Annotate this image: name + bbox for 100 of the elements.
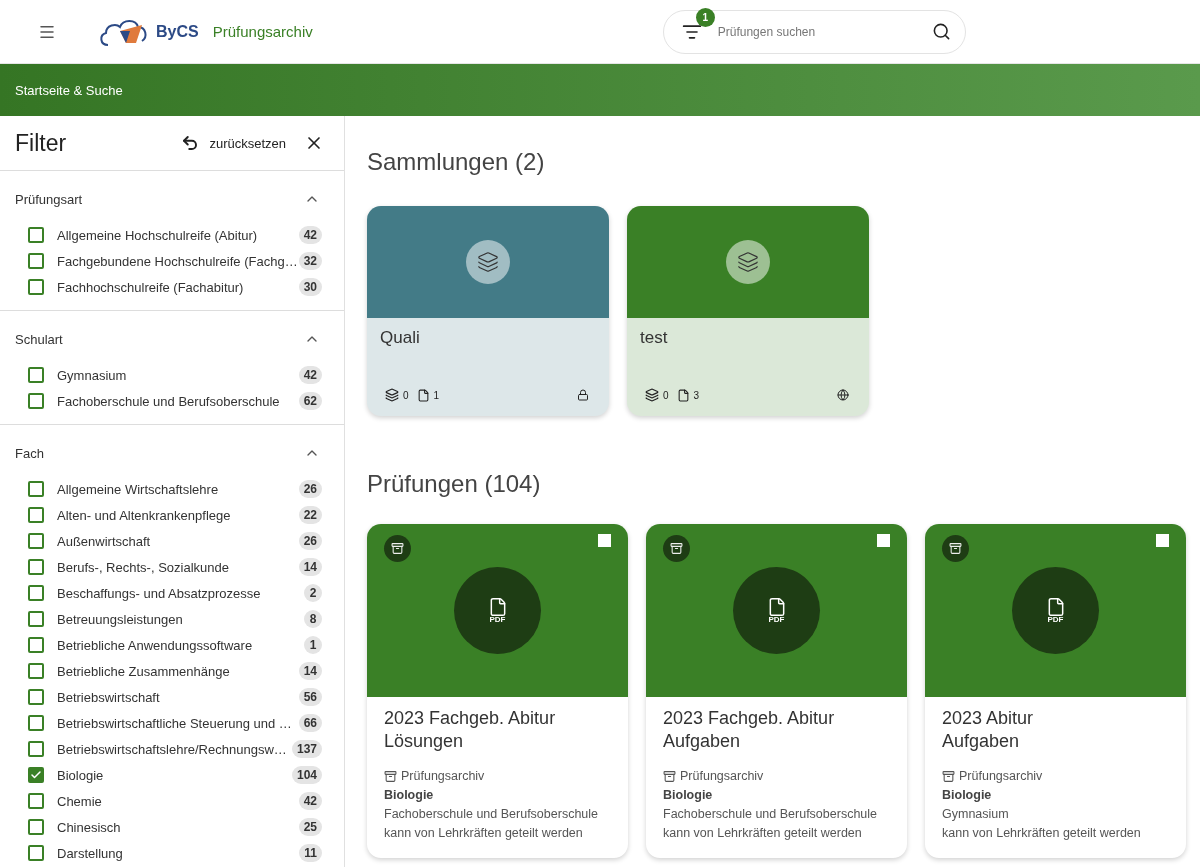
option-count: 26 — [298, 532, 322, 550]
checkbox[interactable] — [28, 663, 44, 679]
reset-button[interactable]: zurücksetzen — [181, 134, 286, 152]
search-icon[interactable] — [931, 22, 951, 41]
option-count: 56 — [298, 688, 322, 706]
select-checkbox[interactable] — [598, 534, 611, 547]
archive-icon — [384, 535, 411, 562]
option-count: 22 — [298, 506, 322, 524]
exam-school-type: Fachoberschule und Berufsoberschule — [384, 807, 600, 821]
breadcrumb-link[interactable]: Startseite & Suche — [15, 82, 123, 98]
filter-option-label: Darstellung — [57, 845, 124, 861]
select-checkbox[interactable] — [877, 534, 890, 547]
exam-school-type: Gymnasium — [942, 807, 1010, 821]
checkbox[interactable] — [28, 845, 44, 861]
exam-subject: Biologie — [942, 788, 993, 802]
collection-title: Quali — [379, 327, 421, 349]
select-checkbox[interactable] — [1156, 534, 1169, 547]
filter-option-label: Beschaffungs- und Absatzprozesse — [57, 585, 262, 601]
option-count: 137 — [291, 740, 322, 758]
brand-name: ByCS — [156, 22, 199, 41]
exam-sharing: kann von Lehrkräften geteilt werden — [942, 826, 1142, 840]
filter-count-badge: 1 — [695, 7, 715, 27]
checkbox[interactable] — [28, 715, 44, 731]
checkbox[interactable] — [28, 689, 44, 705]
filter-option-label: Gymnasium — [57, 367, 128, 383]
collection-title: test — [639, 327, 669, 349]
checkbox[interactable] — [28, 585, 44, 601]
archive-icon — [663, 535, 690, 562]
filter-option-label: Betriebliche Anwendungssoftware — [57, 637, 254, 653]
archive-icon — [663, 769, 676, 783]
section-title: Prüfungsart — [15, 191, 83, 207]
pdf-file-icon: PDF — [733, 567, 820, 654]
exam-sharing: kann von Lehrkräften geteilt werden — [384, 826, 584, 840]
checkbox[interactable] — [28, 611, 44, 627]
checkbox[interactable] — [28, 481, 44, 497]
archive-icon — [384, 769, 397, 783]
pdf-file-icon: PDF — [1012, 567, 1099, 654]
option-count: 30 — [298, 278, 322, 296]
option-count: 42 — [298, 366, 322, 384]
checkbox[interactable] — [28, 637, 44, 653]
filter-option-label: Betriebliche Zusammenhänge — [57, 663, 231, 679]
undo-icon — [181, 134, 200, 152]
files-count: 3 — [693, 389, 700, 401]
checkbox[interactable] — [28, 767, 44, 783]
collection-card[interactable]: test 0 3 — [627, 206, 869, 416]
option-count: 8 — [304, 610, 322, 628]
file-icon — [416, 388, 430, 402]
filter-option-label: Alten- und Altenkrankenpflege — [57, 507, 232, 523]
filter-option-label: Fachoberschule und Berufsoberschule — [57, 393, 281, 409]
exam-sharing: kann von Lehrkräften geteilt werden — [663, 826, 863, 840]
option-count: 42 — [298, 226, 322, 244]
app-name: Prüfungsarchiv — [212, 23, 313, 40]
option-count: 2 — [304, 584, 322, 602]
filter-option-label: Chemie — [57, 793, 103, 809]
exam-source: Prüfungsarchiv — [401, 769, 485, 783]
checkbox[interactable] — [28, 227, 44, 243]
layers-icon — [645, 388, 659, 402]
exam-card[interactable]: PDF 2023 Fachgeb. Abitur Aufgaben Prüfungsarchiv Biologie Fachoberschule und Berufsoberschule kann von Lehrkräften geteilt werden — [646, 524, 907, 858]
files-count: 1 — [433, 389, 440, 401]
checkbox[interactable] — [28, 393, 44, 409]
collection-card[interactable]: Quali 0 1 — [367, 206, 609, 416]
checkbox[interactable] — [28, 741, 44, 757]
filter-option-label: Biologie — [57, 767, 105, 783]
option-count: 14 — [298, 662, 322, 680]
checkbox[interactable] — [28, 559, 44, 575]
checkbox[interactable] — [28, 253, 44, 269]
pdf-file-icon: PDF — [454, 567, 541, 654]
exam-card[interactable]: PDF 2023 Fachgeb. Abitur Lösungen Prüfungsarchiv Biologie Fachoberschule und Berufsoberschule kann von Lehrkräften geteilt werden — [367, 524, 628, 858]
filter-option-label: Allgemeine Hochschulreife (Abitur) — [57, 227, 259, 243]
checkbox[interactable] — [28, 279, 44, 295]
section-title: Fach — [15, 445, 44, 461]
filter-option-label: Außenwirtschaft — [57, 533, 152, 549]
filter-option-label: Betriebswirtschaftslehre/Rechnungsw… — [57, 741, 288, 757]
checkbox[interactable] — [28, 819, 44, 835]
collections-count: 0 — [663, 389, 669, 401]
archive-icon — [942, 769, 955, 783]
exam-title: Lösungen — [384, 730, 464, 753]
exam-title: 2023 Fachgeb. Abitur — [663, 707, 835, 730]
exam-source: Prüfungsarchiv — [680, 769, 764, 783]
exam-school-type: Fachoberschule und Berufsoberschule — [663, 807, 879, 821]
option-count: 11 — [299, 844, 322, 862]
filter-option-label: Fachhochschulreife (Fachabitur) — [57, 279, 245, 295]
checkbox[interactable] — [28, 507, 44, 523]
option-count: 32 — [298, 252, 322, 270]
exam-subject: Biologie — [663, 788, 714, 802]
filter-title: Filter — [15, 129, 68, 157]
exam-subject: Biologie — [384, 788, 435, 802]
exam-card[interactable]: PDF 2023 Abitur Aufgaben Prüfungsarchiv Biologie Gymnasium kann von Lehrkräften geteilt werden — [925, 524, 1186, 858]
checkbox[interactable] — [28, 533, 44, 549]
archive-icon — [942, 535, 969, 562]
option-count: 14 — [298, 558, 322, 576]
filter-option-label: Betriebswirtschaftliche Steuerung und … — [57, 715, 293, 731]
option-count: 62 — [298, 392, 322, 410]
option-count: 26 — [298, 480, 322, 498]
checkbox[interactable] — [28, 367, 44, 383]
layers-icon — [466, 240, 510, 284]
option-count: 66 — [298, 714, 322, 732]
filter-option-label: Betriebswirtschaft — [57, 689, 161, 705]
exam-title: 2023 Abitur — [942, 707, 1034, 730]
checkbox[interactable] — [28, 793, 44, 809]
